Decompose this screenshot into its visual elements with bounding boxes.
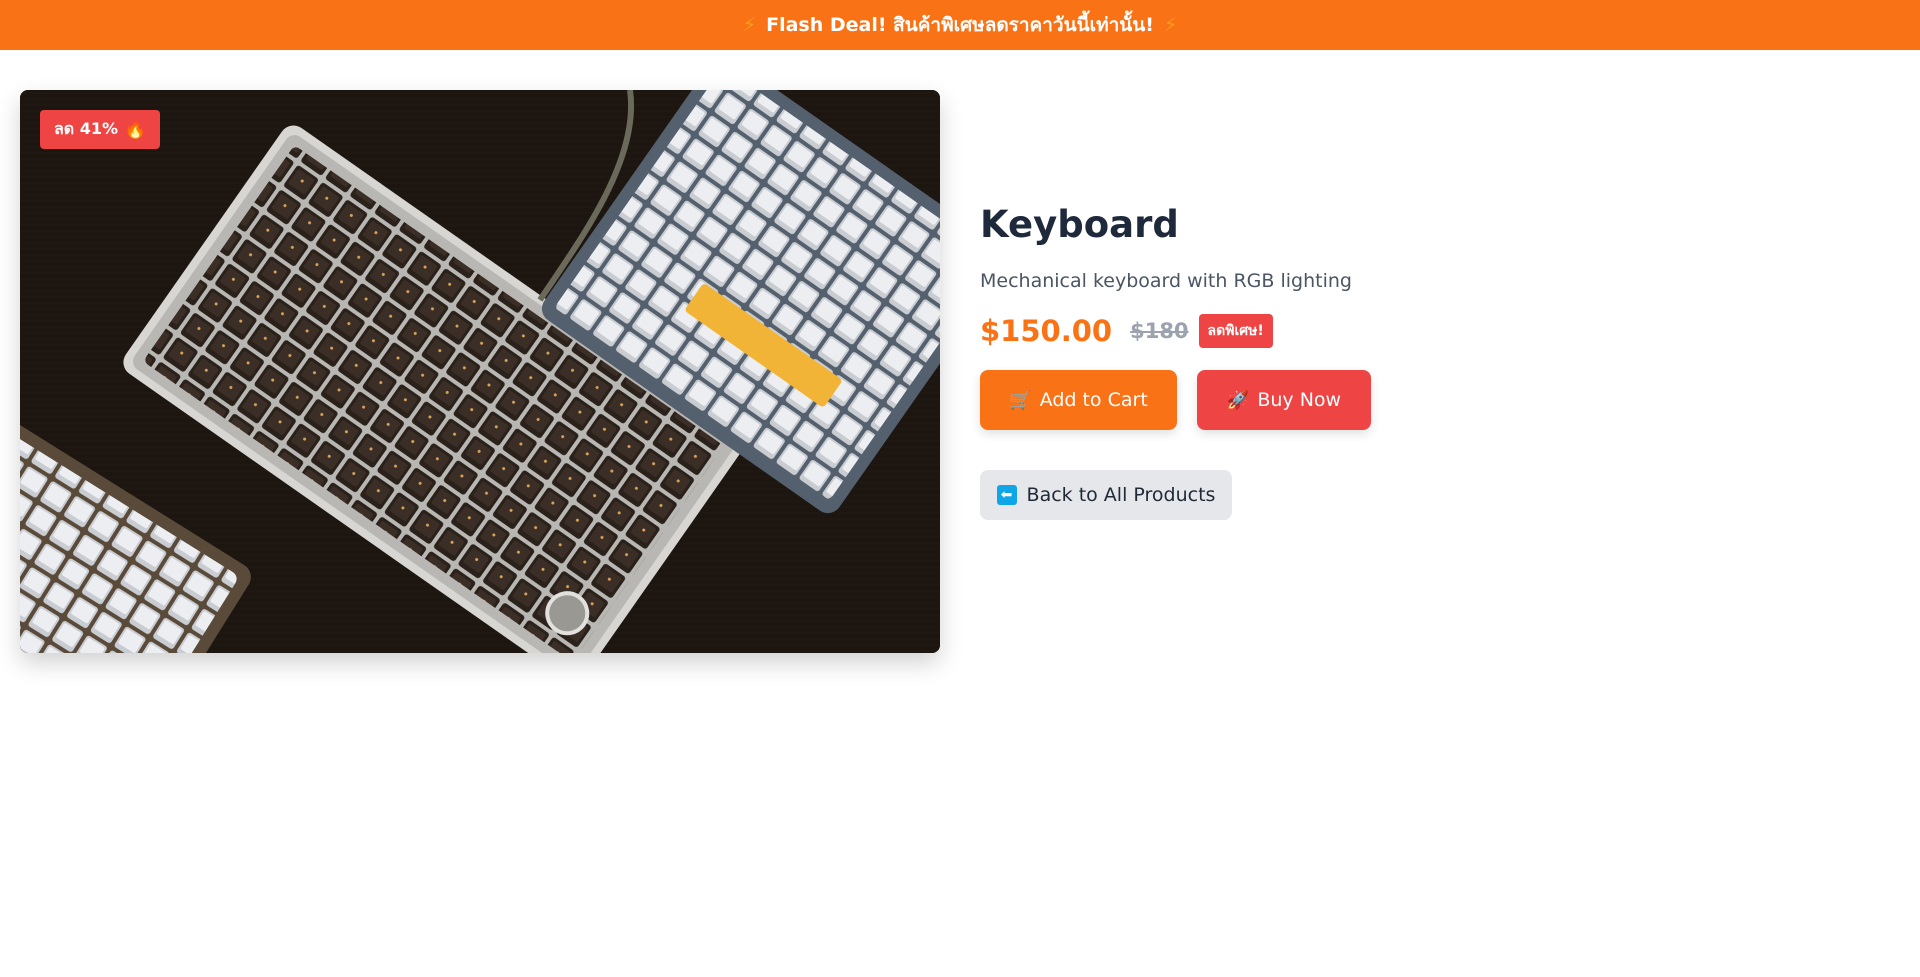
back-arrow-icon: ⬅ <box>996 485 1017 505</box>
lightning-icon: ⚡ <box>1163 14 1178 36</box>
back-to-products-button[interactable]: ⬅ Back to All Products <box>980 470 1232 520</box>
rocket-icon: 🚀 <box>1226 389 1250 411</box>
product-description: Mechanical keyboard with RGB lighting <box>980 270 1352 292</box>
cart-icon: 🛒 <box>1009 389 1032 411</box>
add-to-cart-button[interactable]: 🛒 Add to Cart <box>980 370 1177 430</box>
product-info: Keyboard Mechanical keyboard with RGB li… <box>980 200 1680 520</box>
price-row: $150.00 $180 ลดพิเศษ! <box>980 314 1680 348</box>
product-title: Keyboard <box>980 203 1179 246</box>
lightning-icon: ⚡ <box>742 14 757 36</box>
keyboard-photo <box>20 90 940 653</box>
discount-badge-text: ลด 41% <box>54 119 119 138</box>
current-price: $150.00 <box>980 314 1113 348</box>
product-image: ลด 41% 🔥 <box>20 90 940 653</box>
action-buttons: 🛒 Add to Cart 🚀 Buy Now <box>980 370 1680 430</box>
buy-now-label: Buy Now <box>1257 389 1342 411</box>
banner-text: Flash Deal! สินค้าพิเศษลดราคาวันนี้เท่าน… <box>766 14 1154 36</box>
discount-badge: ลด 41% 🔥 <box>40 110 161 149</box>
buy-now-button[interactable]: 🚀 Buy Now <box>1197 370 1371 430</box>
back-label: Back to All Products <box>1026 484 1216 506</box>
add-to-cart-label: Add to Cart <box>1039 389 1148 411</box>
flash-deal-banner: ⚡ Flash Deal! สินค้าพิเศษลดราคาวันนี้เท่… <box>0 0 1920 50</box>
sale-badge: ลดพิเศษ! <box>1198 314 1273 348</box>
fire-icon: 🔥 <box>124 119 147 140</box>
original-price: $180 <box>1130 319 1189 343</box>
